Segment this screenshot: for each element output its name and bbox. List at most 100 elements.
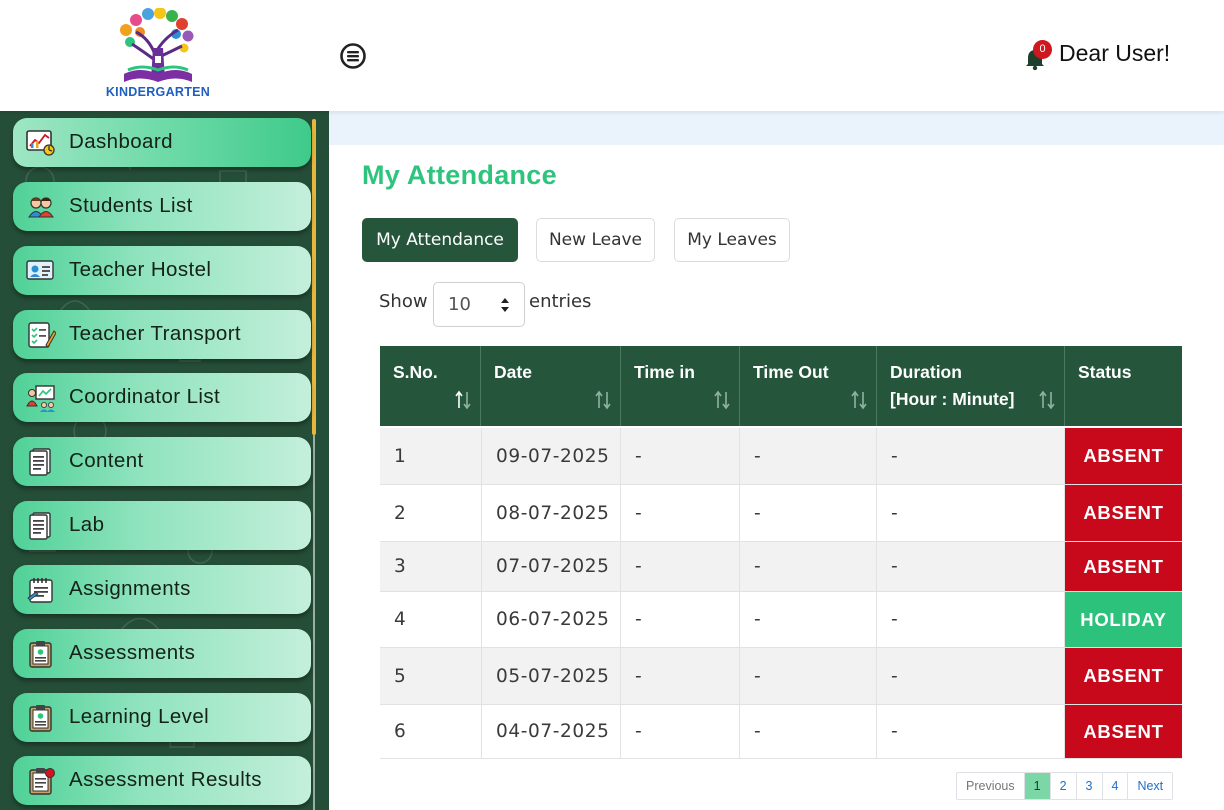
sidebar-item-label: Assignments: [69, 577, 191, 600]
column-header-text: Date: [494, 362, 532, 382]
sidebar-item-students-list[interactable]: Students List: [13, 182, 311, 231]
pagination-page-3[interactable]: 3: [1077, 773, 1103, 799]
entries-select-value: 10: [448, 294, 471, 315]
status-badge: ABSENT: [1065, 428, 1182, 484]
sidebar-item-label: Learning Level: [69, 705, 210, 728]
document-icon: [26, 512, 56, 540]
sidebar-item-learning-level[interactable]: Learning Level: [13, 693, 311, 742]
cell-sno: 4: [380, 592, 482, 647]
sidebar-item-assignments[interactable]: Assignments: [13, 565, 311, 614]
sidebar-item-label: Dashboard: [69, 130, 173, 153]
sort-arrows-icon[interactable]: [594, 390, 612, 410]
pagination-previous-button[interactable]: Previous: [957, 773, 1025, 799]
cell-sno: 2: [380, 485, 482, 541]
tab-my-attendance[interactable]: My Attendance: [362, 218, 518, 262]
sidebar-item-label: Coordinator List: [69, 385, 221, 408]
status-badge: ABSENT: [1065, 648, 1182, 704]
table-row: 1 09-07-2025- - - ABSENT: [380, 428, 1182, 485]
sidebar-item-label: Teacher Transport: [69, 322, 242, 345]
cell-time-in: -: [621, 485, 740, 541]
show-label: Show: [379, 291, 428, 312]
cell-date: 05-07-2025: [482, 648, 621, 704]
cell-time-out: -: [740, 705, 877, 758]
cell-sno: 3: [380, 542, 482, 591]
sort-arrows-icon[interactable]: [713, 390, 731, 410]
clipboard-icon: [26, 640, 56, 668]
cell-time-in: -: [621, 542, 740, 591]
top-header: KINDERGARTEN 0 Dear User!: [0, 0, 1224, 111]
table-row: 6 04-07-2025- - - ABSENT: [380, 705, 1182, 759]
cell-time-in: -: [621, 648, 740, 704]
sort-arrows-icon[interactable]: [850, 390, 868, 410]
column-header-status[interactable]: Status: [1065, 346, 1182, 426]
sidebar-item-teacher-transport[interactable]: Teacher Transport: [13, 310, 311, 359]
cell-duration: -: [877, 648, 1065, 704]
sort-arrows-icon[interactable]: [1038, 390, 1056, 410]
cell-date: 08-07-2025: [482, 485, 621, 541]
column-header-sno[interactable]: S.No.: [380, 346, 481, 426]
status-badge: ABSENT: [1065, 705, 1182, 758]
cell-sno: 6: [380, 705, 482, 758]
column-header-time-in[interactable]: Time in: [621, 346, 740, 426]
column-header-date[interactable]: Date: [481, 346, 621, 426]
sidebar-item-dashboard[interactable]: Dashboard: [13, 118, 311, 167]
cell-time-out: -: [740, 428, 877, 484]
sidebar-item-content[interactable]: Content: [13, 437, 311, 486]
entries-per-page-select[interactable]: 10: [433, 282, 525, 327]
sidebar-item-label: Assessment Results: [69, 768, 262, 791]
sidebar-item-assessment-results[interactable]: Assessment Results: [13, 756, 311, 805]
document-icon: [26, 448, 56, 476]
sidebar-item-teacher-hostel[interactable]: Teacher Hostel: [13, 246, 311, 295]
kindergarten-logo[interactable]: KINDERGARTEN: [104, 8, 212, 102]
user-greeting[interactable]: Dear User!: [1059, 40, 1170, 67]
menu-toggle-icon[interactable]: [340, 43, 366, 69]
sidebar-item-coordinator-list[interactable]: Coordinator List: [13, 373, 311, 422]
pagination-next-button[interactable]: Next: [1128, 773, 1172, 799]
sidebar-item-label: Lab: [69, 513, 105, 536]
tree-logo-icon: [120, 8, 194, 82]
table-row: 2 08-07-2025- - - ABSENT: [380, 485, 1182, 542]
entries-label: entries: [529, 291, 592, 312]
sidebar-item-label: Assessments: [69, 641, 196, 664]
sidebar-item-label: Students List: [69, 194, 193, 217]
cell-time-out: -: [740, 542, 877, 591]
column-header-text: S.No.: [393, 362, 438, 382]
cell-duration: -: [877, 428, 1065, 484]
notification-count-badge: 0: [1033, 40, 1052, 59]
table-row: 3 07-07-2025- - - ABSENT: [380, 542, 1182, 592]
sort-arrows-icon[interactable]: [454, 390, 472, 410]
column-header-text: Time Out: [753, 362, 829, 382]
pagination: Previous 1 2 3 4 Next: [956, 772, 1174, 800]
column-header-text: Time in: [634, 362, 695, 382]
sidebar-item-lab[interactable]: Lab: [13, 501, 311, 550]
dashboard-chart-icon: [26, 129, 56, 157]
id-card-icon: [26, 257, 56, 285]
cell-time-in: -: [621, 428, 740, 484]
tab-my-leaves[interactable]: My Leaves: [674, 218, 790, 262]
sidebar-item-assessments[interactable]: Assessments: [13, 629, 311, 678]
cell-date: 09-07-2025: [482, 428, 621, 484]
cell-time-out: -: [740, 485, 877, 541]
pagination-page-2[interactable]: 2: [1051, 773, 1077, 799]
students-icon: [26, 193, 56, 221]
cell-sno: 5: [380, 648, 482, 704]
page-title: My Attendance: [362, 160, 557, 190]
sidebar-item-label: Content: [69, 449, 144, 472]
column-header-text: Duration: [890, 362, 962, 382]
sidebar-scrollbar-thumb[interactable]: [312, 119, 316, 435]
pagination-page-1[interactable]: 1: [1024, 773, 1051, 799]
table-row: 4 06-07-2025- - - HOLIDAY: [380, 592, 1182, 648]
cell-duration: -: [877, 485, 1065, 541]
cell-time-in: -: [621, 592, 740, 647]
sidebar: Dashboard Students List Teacher Hostel Teac…: [0, 111, 329, 810]
column-header-text: Status: [1078, 362, 1132, 382]
tab-new-leave[interactable]: New Leave: [536, 218, 655, 262]
status-badge: HOLIDAY: [1065, 592, 1182, 647]
pagination-page-4[interactable]: 4: [1103, 773, 1129, 799]
column-header-duration[interactable]: Duration [Hour : Minute]: [877, 346, 1065, 426]
checklist-icon: [26, 321, 57, 349]
column-header-time-out[interactable]: Time Out: [740, 346, 877, 426]
cell-time-out: -: [740, 592, 877, 647]
sidebar-scrollbar-track[interactable]: [313, 435, 315, 810]
cell-time-in: -: [621, 705, 740, 758]
